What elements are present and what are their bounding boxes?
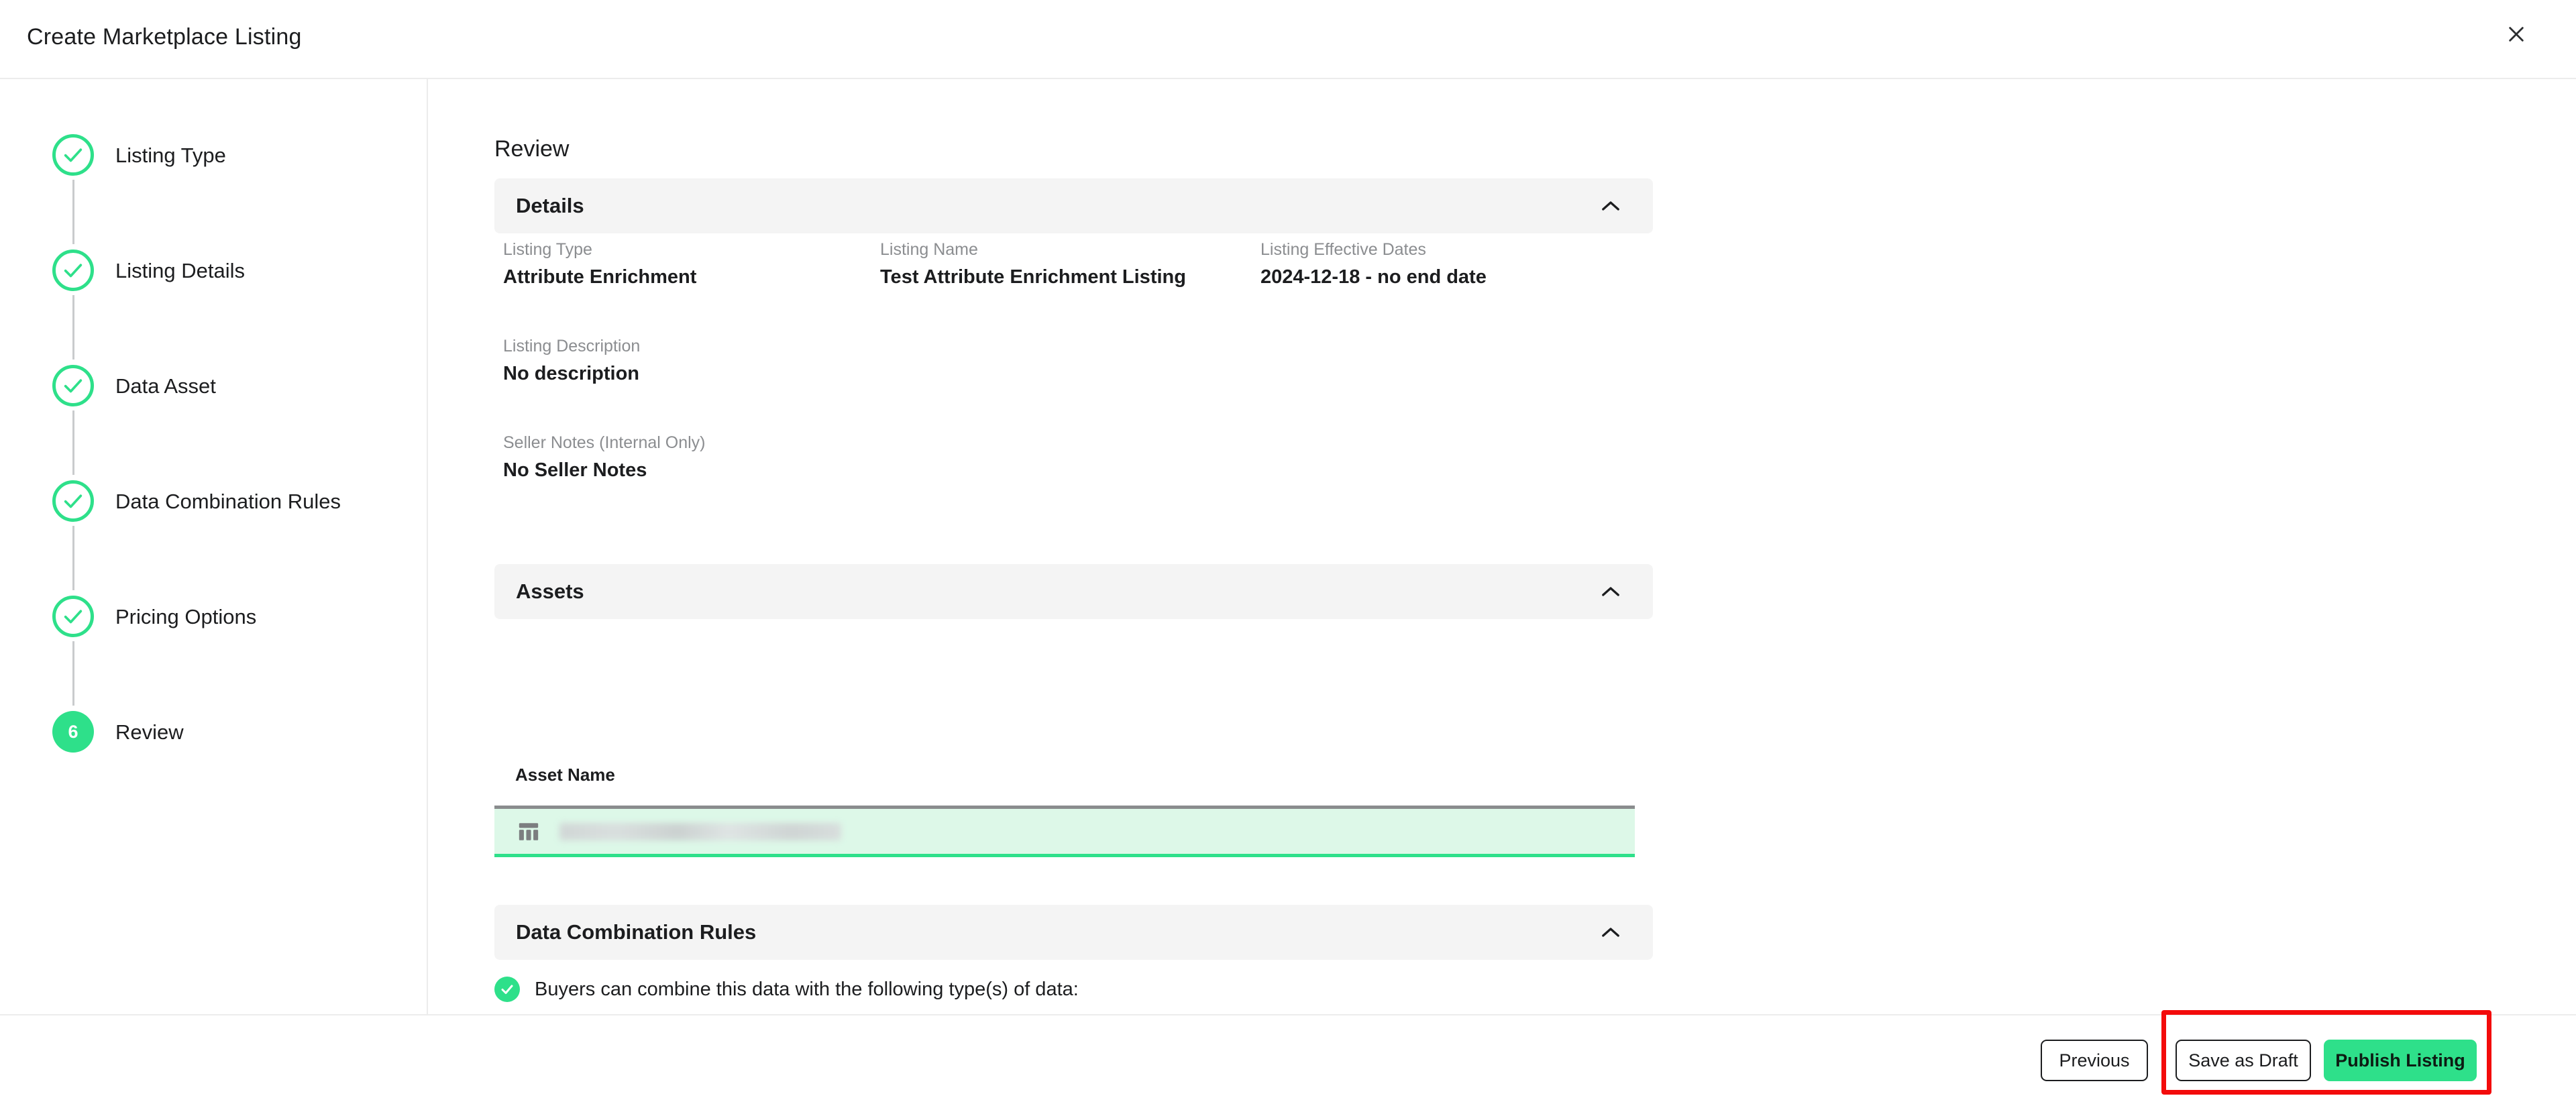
row-top-rule xyxy=(494,806,1635,809)
sidebar-item-listing-type[interactable]: Listing Type xyxy=(0,134,427,250)
field-label: Listing Type xyxy=(503,240,592,259)
field-value: Test Attribute Enrichment Listing xyxy=(880,266,1186,288)
field-label: Seller Notes (Internal Only) xyxy=(503,433,706,452)
step-check-icon xyxy=(52,250,94,291)
data-combination-rule: Buyers can combine this data with the fo… xyxy=(494,977,1079,1002)
step-connector xyxy=(72,180,74,244)
details-fields: Listing Type Attribute Enrichment Listin… xyxy=(494,240,1653,481)
chevron-up-icon[interactable] xyxy=(1601,200,1621,212)
publish-listing-button[interactable]: Publish Listing xyxy=(2324,1040,2477,1081)
page-title: Create Marketplace Listing xyxy=(27,24,302,50)
step-connector xyxy=(72,295,74,360)
step-check-icon xyxy=(52,365,94,406)
field-value: No Seller Notes xyxy=(503,459,647,481)
check-circle-icon xyxy=(494,977,520,1002)
field-value: Attribute Enrichment xyxy=(503,266,697,288)
section-header-data-combination-rules[interactable]: Data Combination Rules xyxy=(494,905,1653,960)
section-title: Assets xyxy=(516,579,584,603)
sidebar-item-label: Data Combination Rules xyxy=(115,490,341,513)
table-row[interactable] xyxy=(494,806,1635,857)
field-listing-description: Listing Description No description xyxy=(503,337,640,385)
field-label: Listing Effective Dates xyxy=(1260,240,1426,259)
sidebar-item-data-asset[interactable]: Data Asset xyxy=(0,365,427,480)
previous-button[interactable]: Previous xyxy=(2041,1040,2148,1081)
sidebar-item-pricing-options[interactable]: Pricing Options xyxy=(0,596,427,711)
sidebar-item-data-combination-rules[interactable]: Data Combination Rules xyxy=(0,480,427,596)
field-seller-notes: Seller Notes (Internal Only) No Seller N… xyxy=(503,433,706,482)
step-connector xyxy=(72,410,74,475)
table-icon xyxy=(519,822,539,840)
step-connector xyxy=(72,526,74,590)
create-listing-modal: Create Marketplace Listing Listing Type … xyxy=(0,0,2576,1104)
asset-name-redacted xyxy=(559,822,841,840)
sidebar-item-review[interactable]: 6 Review xyxy=(0,711,427,826)
section-header-details[interactable]: Details xyxy=(494,178,1653,233)
step-check-icon xyxy=(52,134,94,176)
sidebar-item-label: Listing Type xyxy=(115,144,226,167)
step-number-badge: 6 xyxy=(52,711,94,753)
sidebar-item-label: Review xyxy=(115,720,184,744)
sidebar-item-label: Data Asset xyxy=(115,374,216,398)
section-heading: Review xyxy=(494,136,570,162)
sidebar-item-label: Listing Details xyxy=(115,259,245,282)
modal-header: Create Marketplace Listing xyxy=(0,0,2576,79)
chevron-up-icon[interactable] xyxy=(1601,926,1621,938)
field-label: Listing Description xyxy=(503,337,641,355)
field-listing-name: Listing Name Test Attribute Enrichment L… xyxy=(880,240,1186,288)
step-check-icon xyxy=(52,480,94,522)
field-value: 2024-12-18 - no end date xyxy=(1260,266,1487,288)
field-label: Listing Name xyxy=(880,240,978,259)
step-check-icon xyxy=(52,596,94,637)
save-as-draft-button[interactable]: Save as Draft xyxy=(2176,1040,2311,1081)
field-listing-effective-dates: Listing Effective Dates 2024-12-18 - no … xyxy=(1260,240,1487,288)
close-icon[interactable] xyxy=(2497,15,2536,54)
sidebar-item-label: Pricing Options xyxy=(115,605,257,628)
modal-footer: Previous Save as Draft Publish Listing xyxy=(0,1014,2576,1104)
chevron-up-icon[interactable] xyxy=(1601,586,1621,598)
rule-label: Buyers can combine this data with the fo… xyxy=(535,978,1079,1000)
step-connector xyxy=(72,641,74,706)
review-content: Review Details Listing Type Attribute En… xyxy=(429,79,2576,1014)
section-header-assets[interactable]: Assets xyxy=(494,564,1653,619)
field-listing-type: Listing Type Attribute Enrichment xyxy=(503,240,696,288)
section-title: Data Combination Rules xyxy=(516,920,757,944)
wizard-steps-sidebar: Listing Type Listing Details Data Asset … xyxy=(0,79,428,1104)
column-header-asset-name: Asset Name xyxy=(515,765,615,785)
sidebar-item-listing-details[interactable]: Listing Details xyxy=(0,250,427,365)
section-title: Details xyxy=(516,194,584,217)
field-value: No description xyxy=(503,363,640,384)
